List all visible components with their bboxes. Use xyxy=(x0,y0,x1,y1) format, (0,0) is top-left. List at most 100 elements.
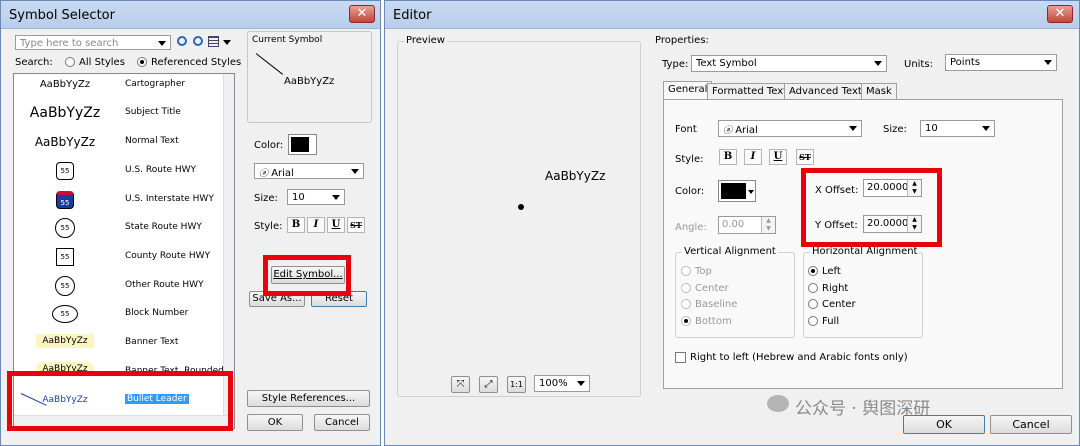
county-route-square-icon: 55 xyxy=(56,248,74,266)
search-placeholder: Type here to search xyxy=(20,38,119,49)
editor-title: Editor xyxy=(393,8,432,23)
chevron-down-icon xyxy=(748,190,754,194)
size-select[interactable]: 10 xyxy=(287,189,345,205)
radio-icon xyxy=(681,299,691,309)
angle-input[interactable]: 0.00 ▲ ▼ xyxy=(718,216,776,234)
symbol-list-item[interactable]: AaBbYyZz Subject Title xyxy=(15,99,223,127)
radio-selected-icon xyxy=(681,316,691,326)
italic-button[interactable]: I xyxy=(744,149,762,165)
rtl-checkbox[interactable] xyxy=(675,352,686,363)
strikethrough-button[interactable]: ST xyxy=(347,217,365,233)
ok-button[interactable]: OK xyxy=(903,415,985,434)
font-icon: ⓐ xyxy=(259,169,269,179)
tab-formatted-text[interactable]: Formatted Text xyxy=(707,83,793,100)
tab-general[interactable]: General xyxy=(663,81,713,100)
actual-size-button[interactable]: 1:1 xyxy=(507,376,526,393)
search-icon[interactable] xyxy=(177,36,187,46)
banner-preview: AaBbYyZz xyxy=(36,334,94,348)
radio-icon xyxy=(808,299,818,309)
symbol-list-item[interactable]: 55 Other Route HWY xyxy=(15,272,223,300)
font-icon: ⓐ xyxy=(723,126,733,136)
chevron-down-icon[interactable] xyxy=(158,41,166,46)
vertical-center-radio[interactable]: Center xyxy=(681,283,729,294)
zoom-in-fixed-button[interactable]: ⤧ xyxy=(451,376,470,393)
radio-icon xyxy=(808,316,818,326)
spin-arrows-icon[interactable]: ▲ ▼ xyxy=(761,217,775,233)
font-select[interactable]: ⓐ Arial xyxy=(718,120,862,137)
wechat-logo-icon xyxy=(767,395,789,412)
radio-selected-icon xyxy=(808,266,818,276)
symbol-list-item[interactable]: AaBbYyZz Normal Text xyxy=(15,128,223,156)
fixed-zoom-in-icon: ⤧ xyxy=(456,379,465,390)
highlight-box-offsets xyxy=(801,168,942,247)
italic-button[interactable]: I xyxy=(307,217,325,233)
referenced-styles-radio[interactable]: Referenced Styles xyxy=(137,57,241,68)
zoom-out-fixed-button[interactable]: ⤢ xyxy=(479,376,498,393)
chevron-down-icon xyxy=(874,61,882,66)
zoom-select[interactable]: 100% xyxy=(534,375,590,392)
us-route-shield-icon: 55 xyxy=(56,162,74,180)
underline-button[interactable]: U xyxy=(769,149,787,165)
horizontal-full-radio[interactable]: Full xyxy=(808,316,839,327)
symbol-selector-close-button[interactable]: ✕ xyxy=(349,5,375,23)
chevron-down-icon xyxy=(1044,60,1052,65)
symbol-list-item[interactable]: 55 U.S. Interstate HWY xyxy=(15,186,223,214)
size-label: Size: xyxy=(254,193,278,204)
color-swatch xyxy=(721,183,746,199)
style-references-button[interactable]: Style References... xyxy=(247,390,370,407)
tab-mask[interactable]: Mask xyxy=(861,83,897,100)
block-number-ellipse-icon: 55 xyxy=(52,305,78,323)
ok-button[interactable]: OK xyxy=(247,414,303,431)
vertical-bottom-radio[interactable]: Bottom xyxy=(681,316,732,327)
actual-size-icon: 1:1 xyxy=(510,380,523,389)
cancel-button[interactable]: Cancel xyxy=(314,414,370,431)
symbol-list-item[interactable]: 55 State Route HWY xyxy=(15,214,223,242)
font-select[interactable]: ⓐ Arial xyxy=(254,163,364,179)
chevron-down-icon xyxy=(982,126,990,131)
symbol-list-item[interactable]: AaBbYyZz Cartographer xyxy=(15,71,223,99)
bold-button[interactable]: B xyxy=(287,217,305,233)
zoom-icon[interactable] xyxy=(193,36,203,46)
type-select[interactable]: Text Symbol xyxy=(691,55,887,72)
current-symbol-preview: AaBbYyZz xyxy=(284,76,335,87)
symbol-list-item[interactable]: 55 U.S. Route HWY xyxy=(15,157,223,185)
view-grid-icon[interactable] xyxy=(208,36,219,47)
size-select[interactable]: 10 xyxy=(920,120,995,137)
horizontal-alignment-label: Horizontal Alignment xyxy=(810,246,920,257)
horizontal-left-radio[interactable]: Left xyxy=(808,266,841,277)
vertical-top-radio[interactable]: Top xyxy=(681,266,712,277)
symbol-list-item[interactable]: 55 County Route HWY xyxy=(15,243,223,271)
units-select[interactable]: Points xyxy=(945,54,1057,71)
cancel-button[interactable]: Cancel xyxy=(990,415,1072,434)
radio-icon xyxy=(65,57,75,67)
symbol-name: State Route HWY xyxy=(125,222,202,232)
view-menu-chevron-icon[interactable] xyxy=(223,40,231,45)
color-label: Color: xyxy=(254,140,284,151)
symbol-list-item[interactable]: 55 Block Number xyxy=(15,300,223,328)
bold-button[interactable]: B xyxy=(719,149,737,165)
highlight-box-edit-symbol xyxy=(263,255,351,296)
symbol-list-item[interactable]: AaBbYyZz Banner Text xyxy=(15,329,223,357)
highlight-box-bullet-leader xyxy=(7,371,233,431)
horizontal-center-radio[interactable]: Center xyxy=(808,299,856,310)
properties-label: Properties: xyxy=(655,35,709,46)
symbol-name: County Route HWY xyxy=(125,251,211,261)
symbol-selector-title: Symbol Selector xyxy=(9,8,115,23)
chevron-down-icon xyxy=(849,126,857,131)
chevron-down-icon xyxy=(351,169,359,174)
strikethrough-button[interactable]: ST xyxy=(796,149,814,165)
underline-button[interactable]: U xyxy=(327,217,345,233)
vertical-alignment-label: Vertical Alignment xyxy=(682,246,778,257)
fixed-zoom-out-icon: ⤢ xyxy=(484,379,493,390)
vertical-baseline-radio[interactable]: Baseline xyxy=(681,299,737,310)
color-picker[interactable] xyxy=(288,134,317,155)
radio-selected-icon xyxy=(137,57,147,67)
editor-close-button[interactable]: ✕ xyxy=(1047,5,1073,23)
search-input[interactable]: Type here to search xyxy=(15,35,171,50)
tab-advanced-text[interactable]: Advanced Text xyxy=(784,83,867,100)
color-picker[interactable] xyxy=(718,180,756,202)
symbol-name: Cartographer xyxy=(125,79,186,89)
anchor-point-icon xyxy=(518,204,524,210)
horizontal-right-radio[interactable]: Right xyxy=(808,283,848,294)
all-styles-radio[interactable]: All Styles xyxy=(65,57,125,68)
